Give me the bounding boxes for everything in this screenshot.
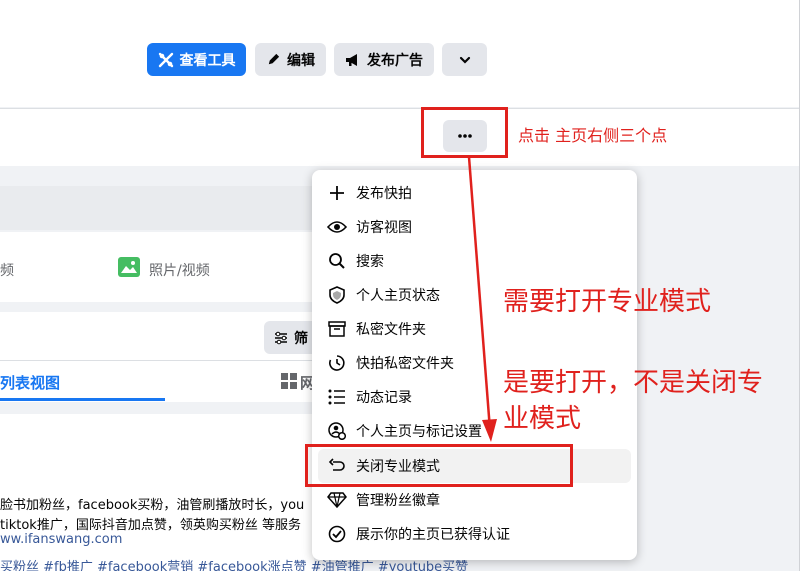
annotation-note-line2: 业模式 [503,404,582,434]
annotation-need-note: 需要打开专业模式 [503,287,712,317]
annotation-note-line1: 是要打开，不是关闭专 [503,368,764,398]
